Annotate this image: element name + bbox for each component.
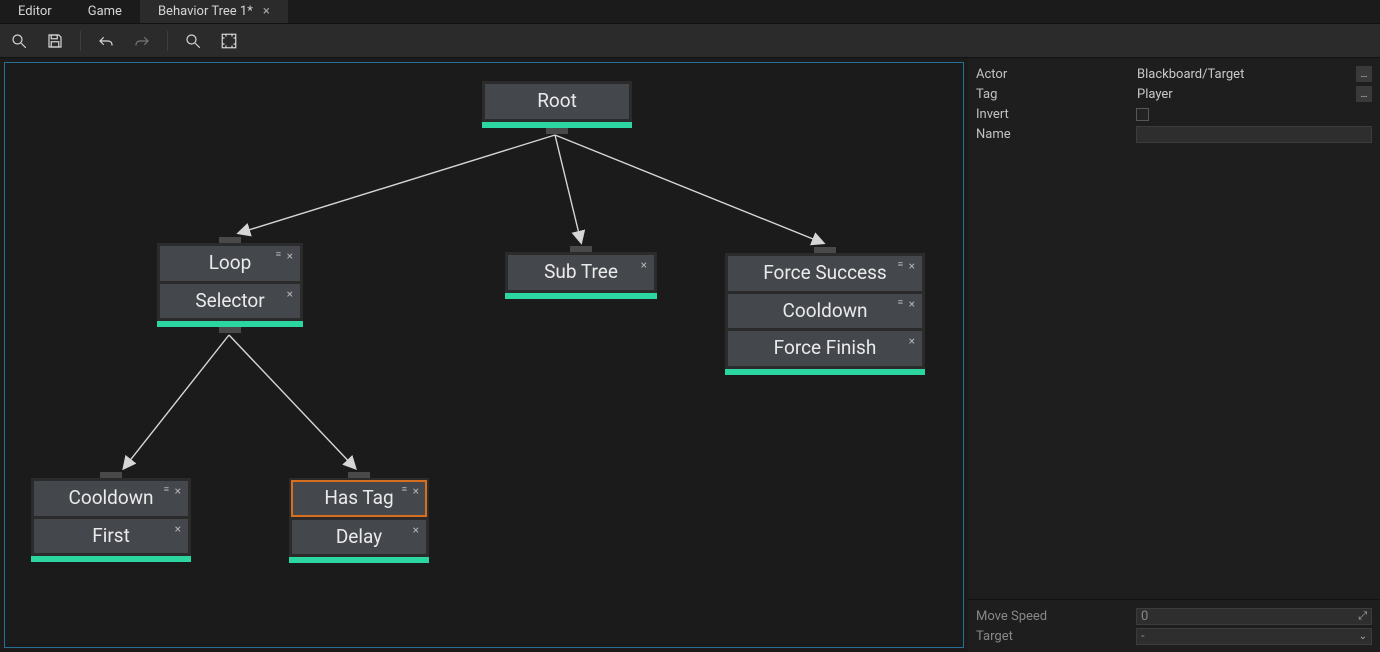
- menu-icon[interactable]: ≡: [898, 260, 903, 272]
- close-icon[interactable]: ×: [413, 484, 419, 500]
- expand-icon[interactable]: ⤢: [1358, 609, 1367, 623]
- close-icon[interactable]: ×: [909, 259, 915, 275]
- chevron-down-icon[interactable]: ⌄: [1359, 631, 1367, 642]
- actor-field[interactable]: Blackboard/Target: [1136, 66, 1352, 82]
- node-row-force-finish[interactable]: Force Finish ×: [728, 331, 922, 366]
- node-strip: [505, 293, 657, 299]
- tab-bar: Editor Game Behavior Tree 1* ×: [0, 0, 1380, 24]
- node-row-root[interactable]: Root: [485, 84, 629, 119]
- graph-canvas[interactable]: Root Loop ≡ × Selector ×: [4, 62, 964, 648]
- move-speed-field[interactable]: 0 ⤢: [1136, 608, 1372, 625]
- actor-picker-button[interactable]: …: [1356, 66, 1372, 82]
- inspector-bottom: Move Speed 0 ⤢ Target - ⌄: [968, 599, 1380, 652]
- label-invert: Invert: [976, 107, 1136, 122]
- node-strip: [725, 369, 925, 375]
- port-in[interactable]: [100, 472, 122, 478]
- node-row-first[interactable]: First ×: [34, 519, 188, 554]
- menu-icon[interactable]: ≡: [898, 298, 903, 310]
- menu-icon[interactable]: ≡: [164, 485, 169, 497]
- close-icon[interactable]: ×: [413, 523, 419, 539]
- target-select[interactable]: - ⌄: [1136, 628, 1372, 645]
- label-name: Name: [976, 127, 1136, 142]
- tab-editor[interactable]: Editor: [0, 0, 70, 23]
- node-hastag-delay[interactable]: Has Tag ≡ × Delay ×: [289, 478, 429, 563]
- node-force-success[interactable]: Force Success ≡ × Cooldown ≡ × Force Fin…: [725, 253, 925, 375]
- tab-behavior-tree[interactable]: Behavior Tree 1* ×: [140, 0, 288, 23]
- close-icon[interactable]: ×: [909, 297, 915, 313]
- port-in[interactable]: [814, 247, 836, 253]
- port-out[interactable]: [546, 128, 568, 134]
- invert-checkbox[interactable]: [1136, 108, 1149, 121]
- node-cooldown-first[interactable]: Cooldown ≡ × First ×: [31, 478, 191, 562]
- menu-icon[interactable]: ≡: [402, 485, 407, 497]
- name-input[interactable]: [1136, 126, 1372, 143]
- close-icon[interactable]: ×: [263, 4, 270, 19]
- find-button[interactable]: [180, 28, 206, 54]
- close-icon[interactable]: ×: [175, 484, 181, 500]
- node-row-cooldown-l[interactable]: Cooldown ≡ ×: [34, 481, 188, 516]
- close-icon[interactable]: ×: [175, 522, 181, 538]
- label-actor: Actor: [976, 67, 1136, 82]
- node-row-subtree[interactable]: Sub Tree ×: [508, 255, 654, 290]
- port-in[interactable]: [219, 237, 241, 243]
- fit-view-button[interactable]: [216, 28, 242, 54]
- close-icon[interactable]: ×: [641, 258, 647, 274]
- label-tag: Tag: [976, 87, 1136, 102]
- port-out[interactable]: [219, 327, 241, 333]
- node-row-delay[interactable]: Delay ×: [292, 520, 426, 555]
- label-target: Target: [976, 629, 1136, 644]
- close-icon[interactable]: ×: [909, 334, 915, 350]
- node-row-has-tag[interactable]: Has Tag ≡ ×: [291, 480, 427, 517]
- node-row-loop[interactable]: Loop ≡ ×: [160, 246, 300, 281]
- toolbar: [0, 24, 1380, 58]
- separator: [80, 31, 81, 51]
- node-loop-selector[interactable]: Loop ≡ × Selector ×: [157, 243, 303, 327]
- save-button[interactable]: [42, 28, 68, 54]
- redo-button[interactable]: [129, 28, 155, 54]
- main-area: Root Loop ≡ × Selector ×: [0, 58, 1380, 652]
- node-strip: [289, 557, 429, 563]
- tab-game[interactable]: Game: [70, 0, 140, 23]
- tag-picker-button[interactable]: …: [1356, 86, 1372, 102]
- node-row-force-success[interactable]: Force Success ≡ ×: [728, 256, 922, 291]
- inspector-top: Actor Blackboard/Target … Tag Player …: [968, 58, 1380, 599]
- node-row-selector[interactable]: Selector ×: [160, 284, 300, 319]
- node-subtree[interactable]: Sub Tree ×: [505, 252, 657, 299]
- menu-icon[interactable]: ≡: [276, 250, 281, 262]
- tag-field[interactable]: Player: [1136, 86, 1352, 102]
- node-strip: [31, 556, 191, 562]
- node-root[interactable]: Root: [482, 81, 632, 128]
- port-in[interactable]: [348, 472, 370, 478]
- search-button[interactable]: [6, 28, 32, 54]
- node-row-cooldown[interactable]: Cooldown ≡ ×: [728, 294, 922, 329]
- port-in[interactable]: [570, 246, 592, 252]
- close-icon[interactable]: ×: [287, 249, 293, 265]
- label-move-speed: Move Speed: [976, 609, 1136, 624]
- close-icon[interactable]: ×: [287, 287, 293, 303]
- undo-button[interactable]: [93, 28, 119, 54]
- canvas-wrap: Root Loop ≡ × Selector ×: [0, 58, 968, 652]
- separator: [167, 31, 168, 51]
- inspector-panel: Actor Blackboard/Target … Tag Player …: [968, 58, 1380, 652]
